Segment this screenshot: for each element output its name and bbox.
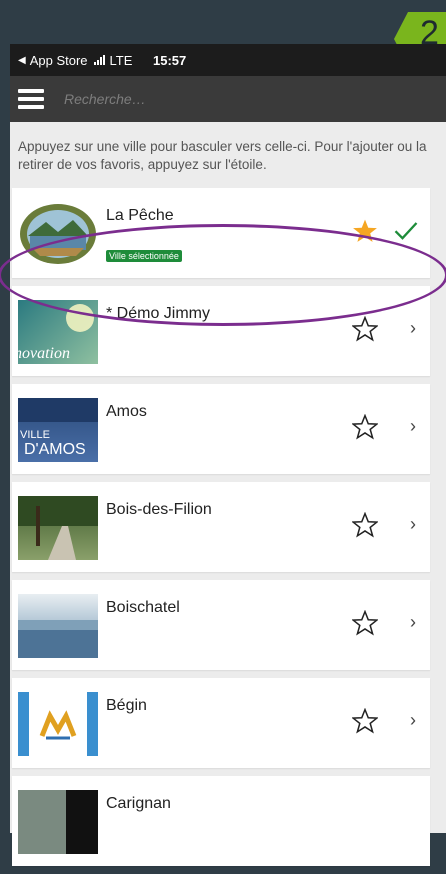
svg-text:VILLE: VILLE (20, 429, 50, 441)
city-thumbnail-image (18, 790, 98, 854)
thumb-text: novation (18, 345, 70, 362)
carrier-label[interactable]: App Store (30, 53, 88, 68)
star-filled-icon[interactable] (352, 218, 378, 244)
city-name: Amos (106, 403, 147, 420)
city-thumbnail-image (18, 496, 98, 560)
network-label: LTE (109, 52, 133, 68)
chevron-right-icon[interactable]: › (410, 710, 416, 731)
star-outline-icon[interactable] (352, 708, 378, 734)
city-logo-image (18, 692, 98, 756)
city-card-la-peche[interactable]: La Pêche Ville sélectionnée (12, 188, 430, 278)
city-crest-image (18, 202, 98, 266)
selected-city-badge: Ville sélectionnée (106, 250, 182, 262)
chevron-right-icon[interactable]: › (410, 514, 416, 535)
city-name: Bois-des-Filion (106, 501, 212, 518)
city-name: * Démo Jimmy (106, 305, 211, 322)
city-thumbnail-image: VILLE D'AMOS (18, 398, 98, 462)
checkmark-icon (394, 222, 418, 240)
city-card-amos[interactable]: VILLE D'AMOS Amos › (12, 384, 430, 474)
city-card-boischatel[interactable]: Boischatel › (12, 580, 430, 670)
chevron-right-icon[interactable]: › (410, 416, 416, 437)
help-text: Appuyez sur une ville pour basculer vers… (18, 139, 427, 172)
city-card-bois-des-filion[interactable]: Bois-des-Filion › (12, 482, 430, 572)
chevron-right-icon[interactable]: › (410, 612, 416, 633)
star-outline-icon[interactable] (352, 414, 378, 440)
city-thumbnail-image: novation (18, 300, 98, 364)
city-name: Boischatel (106, 599, 180, 616)
search-bar (10, 76, 446, 122)
city-name: Bégin (106, 697, 147, 714)
city-name: La Pêche (106, 207, 174, 224)
city-card-demo-jimmy[interactable]: novation * Démo Jimmy › (12, 286, 430, 376)
star-outline-icon[interactable] (352, 316, 378, 342)
city-card-carignan[interactable]: Carignan (12, 776, 430, 866)
city-list: La Pêche Ville sélectionnée novation * D… (12, 188, 430, 874)
menu-icon[interactable] (18, 89, 44, 109)
svg-text:D'AMOS: D'AMOS (24, 441, 86, 458)
city-name: Carignan (106, 795, 171, 812)
clock: 15:57 (153, 52, 187, 68)
city-card-begin[interactable]: Bégin › (12, 678, 430, 768)
status-bar: ◀ App Store LTE 15:57 (10, 44, 446, 76)
back-arrow-icon[interactable]: ◀ (18, 55, 26, 66)
search-input[interactable] (62, 90, 386, 108)
star-outline-icon[interactable] (352, 512, 378, 538)
star-outline-icon[interactable] (352, 610, 378, 636)
chevron-right-icon[interactable]: › (410, 318, 416, 339)
city-thumbnail-image (18, 594, 98, 658)
signal-icon (93, 55, 105, 65)
